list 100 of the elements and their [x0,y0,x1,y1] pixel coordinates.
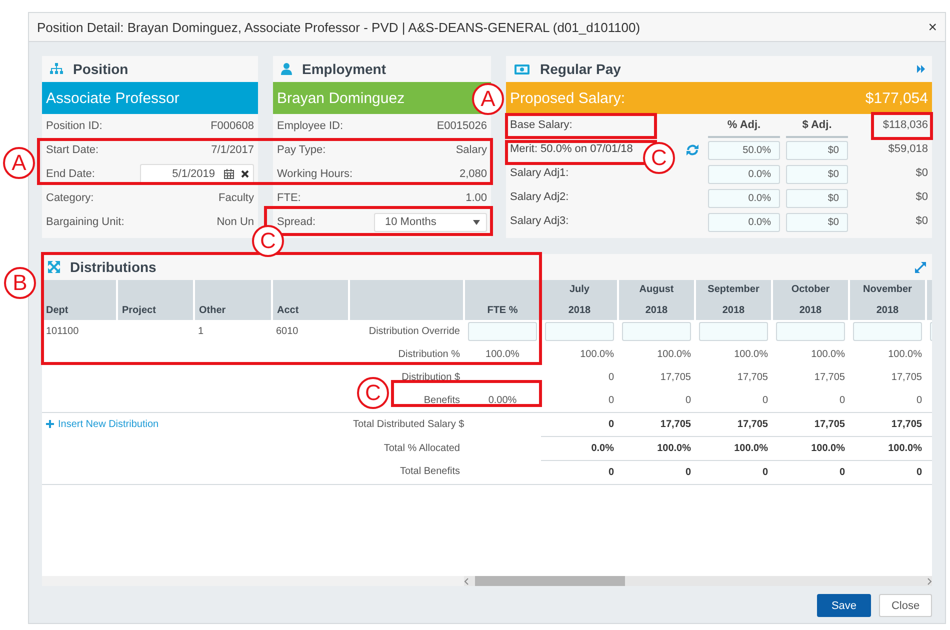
table-cell: 100.0% [811,348,845,360]
table-cell: 0 [608,466,614,478]
table-cell: 100.0% [486,348,520,360]
input-field[interactable] [468,322,537,341]
clear-icon[interactable] [241,170,249,178]
table-cell: 0 [916,466,922,478]
panel-banner: Associate Professor [42,82,258,114]
fast-forward-icon[interactable] [917,65,926,73]
field-value: $0 [916,167,928,181]
horizontal-scrollbar[interactable] [42,576,932,586]
calendar-icon[interactable] [224,169,234,179]
table-cell: 0 [839,466,845,478]
table-cell: 17,705 [737,372,768,382]
field-label: Merit: 50.0% on 07/01/18 [510,143,633,157]
table-cell: 0 [608,372,614,382]
amount-field[interactable]: $0 [786,188,848,208]
expand-icon[interactable] [48,261,60,273]
spread-dropdown[interactable]: 10 Months [374,212,487,232]
percent-field[interactable]: 0.0% [708,212,780,232]
field-label: Bargaining Unit: [46,216,124,228]
row-label: Benefits [424,394,460,406]
input-field[interactable] [699,322,768,341]
field-label: Salary Adj3: [510,215,569,229]
percent-field[interactable]: 50.0% [708,140,780,160]
table-cell: 17,705 [814,372,845,382]
table-cell: 0 [762,466,768,478]
scroll-left-icon[interactable] [464,578,469,584]
plus-icon [46,420,54,428]
field-value: 1.00 [466,192,487,204]
table-cell: 0 [839,394,845,406]
table-cell: 17,705 [660,372,691,382]
field-value: Faculty [218,192,254,204]
column-header: August 2018 [618,280,695,320]
field-value: $59,018 [888,143,928,157]
field-label: Working Hours: [277,168,353,180]
caret-icon [473,220,480,224]
field-label: End Date: [46,168,95,180]
field-label: Employee ID: [277,120,344,132]
table-cell: 100.0% [734,442,768,454]
field-value: F000608 [210,120,254,132]
field-label: Spread: [277,216,316,228]
save-button[interactable]: Save [817,594,871,617]
input-field[interactable] [545,322,614,341]
close-button[interactable]: Close [879,594,932,617]
panel-title: Distributions [70,260,156,274]
refresh-icon[interactable] [686,144,699,156]
field-value: 7/1/2017 [211,144,254,156]
hierarchy-icon [50,63,63,75]
amount-field[interactable]: $0 [786,212,848,232]
table-cell: 0 [685,394,691,406]
field-value: Non Un [216,216,254,228]
banner-value: $177,054 [865,90,928,106]
date-field[interactable]: 5/1/2019 [140,164,254,184]
column-header: Dept [42,280,117,320]
table-cell: 17,705 [891,418,922,430]
field-label: Salary Adj2: [510,191,569,205]
column-header: September 2018 [695,280,772,320]
dialog-title: Position Detail: Brayan Dominguez, Associate Professor - PVD | A&S-DEANS-GENERAL (d01_d101100) [37,20,640,34]
amount-field[interactable]: $0 [786,140,848,160]
row-label: Total Distributed Salary $ [353,418,464,430]
percent-field[interactable]: 0.0% [708,188,780,208]
percent-field[interactable]: 0.0% [708,164,780,184]
field-label: Pay Type: [277,144,326,156]
field-value: $118,036 [882,119,928,133]
input-field[interactable] [776,322,845,341]
column-header: $ Adj. [786,114,848,138]
table-cell: 0 [608,418,614,430]
row-label: Total % Allocated [384,442,460,454]
resize-icon[interactable] [915,262,926,272]
input-field[interactable] [622,322,691,341]
close-button[interactable]: × [928,18,937,36]
amount-field[interactable]: $0 [786,164,848,184]
callout-marker: A [3,147,35,179]
table-cell: 100.0% [888,442,922,454]
row-label: Total Benefits [400,466,460,478]
row-label: Distribution $ [402,372,460,382]
table-cell: 101100 [46,326,79,336]
banner-label: Proposed Salary: [510,90,626,106]
column-header: Acct [272,280,349,320]
column-header: Project [117,280,194,320]
table-cell: 17,705 [660,418,691,430]
table-cell: 100.0% [657,348,691,360]
table-cell: 100.0% [657,442,691,454]
table-cell: 0.00% [488,394,517,406]
field-label: Category: [46,192,94,204]
row-label: Distribution % [398,348,460,360]
banknote-icon [514,64,530,74]
table-cell: 100.0% [734,348,768,360]
column-header: October 2018 [772,280,849,320]
field-value: $0 [916,215,928,229]
column-header: November 2018 [849,280,926,320]
table-cell: 17,705 [891,372,922,382]
scroll-right-icon[interactable] [927,578,932,584]
row-label: Distribution Override [368,326,460,336]
field-value: 2,080 [459,168,487,180]
field-label: Salary Adj1: [510,167,569,181]
input-field[interactable] [853,322,922,341]
table-cell: 6010 [276,326,298,336]
table-cell: 1 [198,326,204,336]
table-cell: 0 [916,394,922,406]
